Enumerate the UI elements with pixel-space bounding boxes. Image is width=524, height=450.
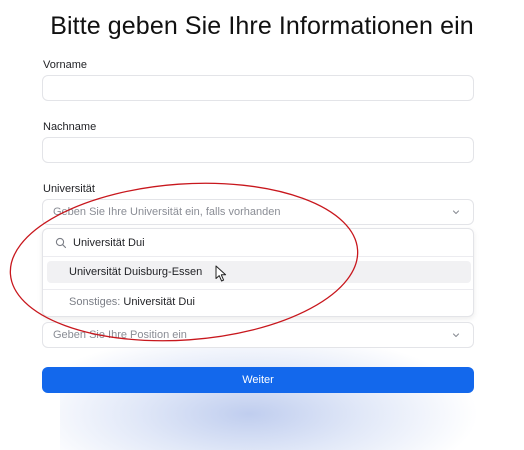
submit-button[interactable]: Weiter <box>42 367 474 393</box>
chevron-down-icon <box>445 330 467 340</box>
last-name-label: Nachname <box>43 121 97 133</box>
last-name-field[interactable] <box>42 137 474 163</box>
option-sonstiges[interactable]: Sonstiges: Universität Dui <box>47 291 471 313</box>
position-select[interactable]: Geben Sie Ihre Position ein <box>42 322 474 348</box>
university-dropdown: Universität Duisburg-Essen Sonstiges: Un… <box>42 228 474 317</box>
mouse-cursor-icon <box>215 265 227 282</box>
university-search-input[interactable] <box>73 236 453 249</box>
dropdown-search <box>43 229 473 257</box>
chevron-down-icon <box>445 207 467 217</box>
search-icon <box>55 237 67 249</box>
option-prefix: Sonstiges: <box>69 296 121 308</box>
option-label: Universität Duisburg-Essen <box>69 266 203 278</box>
university-label: Universität <box>43 183 95 195</box>
university-select[interactable]: Geben Sie Ihre Universität ein, falls vo… <box>42 199 474 225</box>
position-placeholder: Geben Sie Ihre Position ein <box>53 329 187 341</box>
option-universitaet-duisburg-essen[interactable]: Universität Duisburg-Essen <box>47 261 471 283</box>
university-placeholder: Geben Sie Ihre Universität ein, falls vo… <box>53 206 281 218</box>
first-name-label: Vorname <box>43 59 88 71</box>
page-title: Bitte geben Sie Ihre Informationen ein <box>50 12 474 40</box>
option-label: Universität Dui <box>123 296 195 308</box>
dropdown-divider <box>43 289 473 290</box>
first-name-field[interactable] <box>42 75 474 101</box>
